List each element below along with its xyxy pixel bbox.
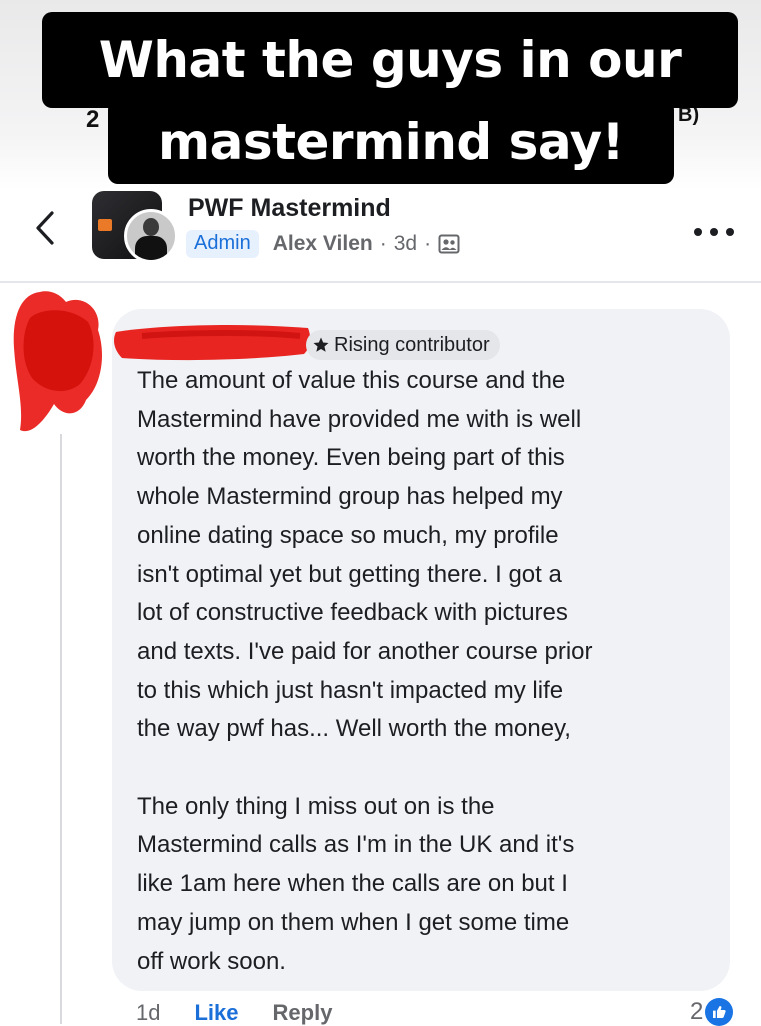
thread-line [60, 434, 62, 1024]
meta-separator: · [379, 232, 387, 255]
reaction-summary[interactable]: 2 [690, 998, 734, 1026]
group-name[interactable]: PWF Mastermind [188, 194, 391, 223]
thumbs-up-icon [705, 998, 734, 1026]
rising-contributor-badge: Rising contributor [306, 330, 500, 360]
author-avatar[interactable] [124, 209, 178, 263]
meta-separator-2: · [424, 232, 432, 255]
post-time[interactable]: 3d [394, 232, 417, 256]
comment-text: The amount of value this course and the … [137, 367, 593, 975]
chevron-left-icon [36, 211, 54, 245]
like-button[interactable]: Like [194, 1000, 238, 1026]
back-button[interactable] [28, 206, 62, 250]
star-icon [313, 337, 329, 352]
dot-icon [726, 228, 734, 236]
header-divider [0, 281, 761, 283]
more-options-button[interactable] [694, 222, 734, 242]
post-meta: Admin Alex Vilen · 3d · [186, 230, 460, 258]
members-icon [438, 234, 460, 254]
dot-icon [694, 228, 702, 236]
commenter-avatar-redacted[interactable] [10, 288, 106, 436]
comment-actions: 1d Like Reply [136, 1000, 332, 1026]
badge-label: Rising contributor [334, 333, 490, 356]
caption-line-2: mastermind say! [108, 100, 674, 184]
background-text-left: 2 [86, 106, 100, 133]
admin-badge: Admin [186, 230, 259, 258]
caption-line-1: What the guys in our [42, 12, 738, 108]
commenter-name-redacted[interactable] [112, 318, 312, 364]
dot-icon [710, 228, 718, 236]
comment-time[interactable]: 1d [136, 1000, 160, 1026]
reply-button[interactable]: Reply [273, 1000, 333, 1026]
group-logo-mark [98, 219, 112, 231]
reaction-count: 2 [690, 998, 704, 1025]
author-name[interactable]: Alex Vilen [273, 232, 373, 256]
